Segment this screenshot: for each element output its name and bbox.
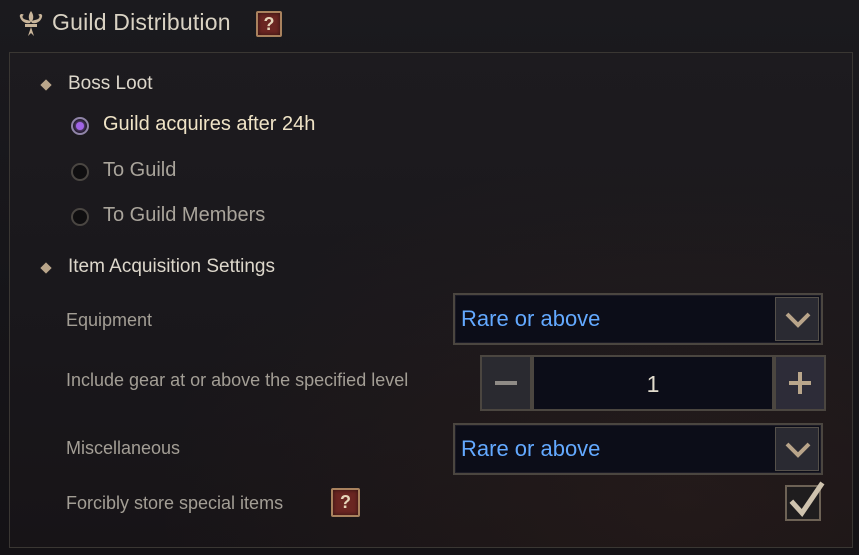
miscellaneous-dropdown-button[interactable] [775, 427, 819, 471]
title-bar: Guild Distribution ? [0, 0, 859, 50]
equipment-dropdown[interactable]: Rare or above [453, 293, 823, 345]
item-acquisition-heading: Item Acquisition Settings [68, 256, 275, 277]
radio-label: Guild acquires after 24h [103, 113, 316, 135]
equipment-label: Equipment [66, 310, 153, 330]
equipment-dropdown-button[interactable] [775, 297, 819, 341]
radio-button-selected[interactable] [71, 117, 89, 135]
radio-label: To Guild [103, 159, 177, 181]
decrease-level-button[interactable] [480, 355, 532, 411]
forcibly-store-help-button[interactable]: ? [331, 488, 360, 517]
boss-loot-diamond-icon [40, 79, 52, 91]
chevron-down-icon [785, 442, 811, 458]
increase-level-button[interactable] [774, 355, 826, 411]
chevron-down-icon [785, 312, 811, 328]
settings-panel: Boss Loot Guild acquires after 24h To Gu… [9, 52, 853, 548]
gear-level-value: 1 [646, 371, 660, 397]
boss-loot-heading: Boss Loot [68, 73, 153, 94]
gear-level-value-box[interactable]: 1 [532, 355, 774, 411]
fleur-de-lis-icon [19, 11, 43, 36]
item-acquisition-diamond-icon [40, 262, 52, 274]
radio-label: To Guild Members [103, 204, 266, 226]
miscellaneous-label: Miscellaneous [66, 438, 181, 458]
forcibly-store-label: Forcibly store special items [66, 493, 284, 513]
radio-button[interactable] [71, 208, 89, 226]
equipment-dropdown-value: Rare or above [461, 306, 601, 331]
checkmark-icon [789, 481, 825, 518]
title-help-button[interactable]: ? [256, 11, 282, 37]
plus-icon [789, 372, 811, 394]
forcibly-store-checkbox[interactable] [785, 481, 825, 521]
gear-level-label: Include gear at or above the specified l… [66, 370, 409, 390]
miscellaneous-dropdown[interactable]: Rare or above [453, 423, 823, 475]
minus-icon [495, 381, 517, 385]
gear-level-stepper: 1 [480, 355, 826, 411]
window-title: Guild Distribution [52, 9, 231, 35]
miscellaneous-dropdown-value: Rare or above [461, 436, 601, 461]
radio-button[interactable] [71, 163, 89, 181]
